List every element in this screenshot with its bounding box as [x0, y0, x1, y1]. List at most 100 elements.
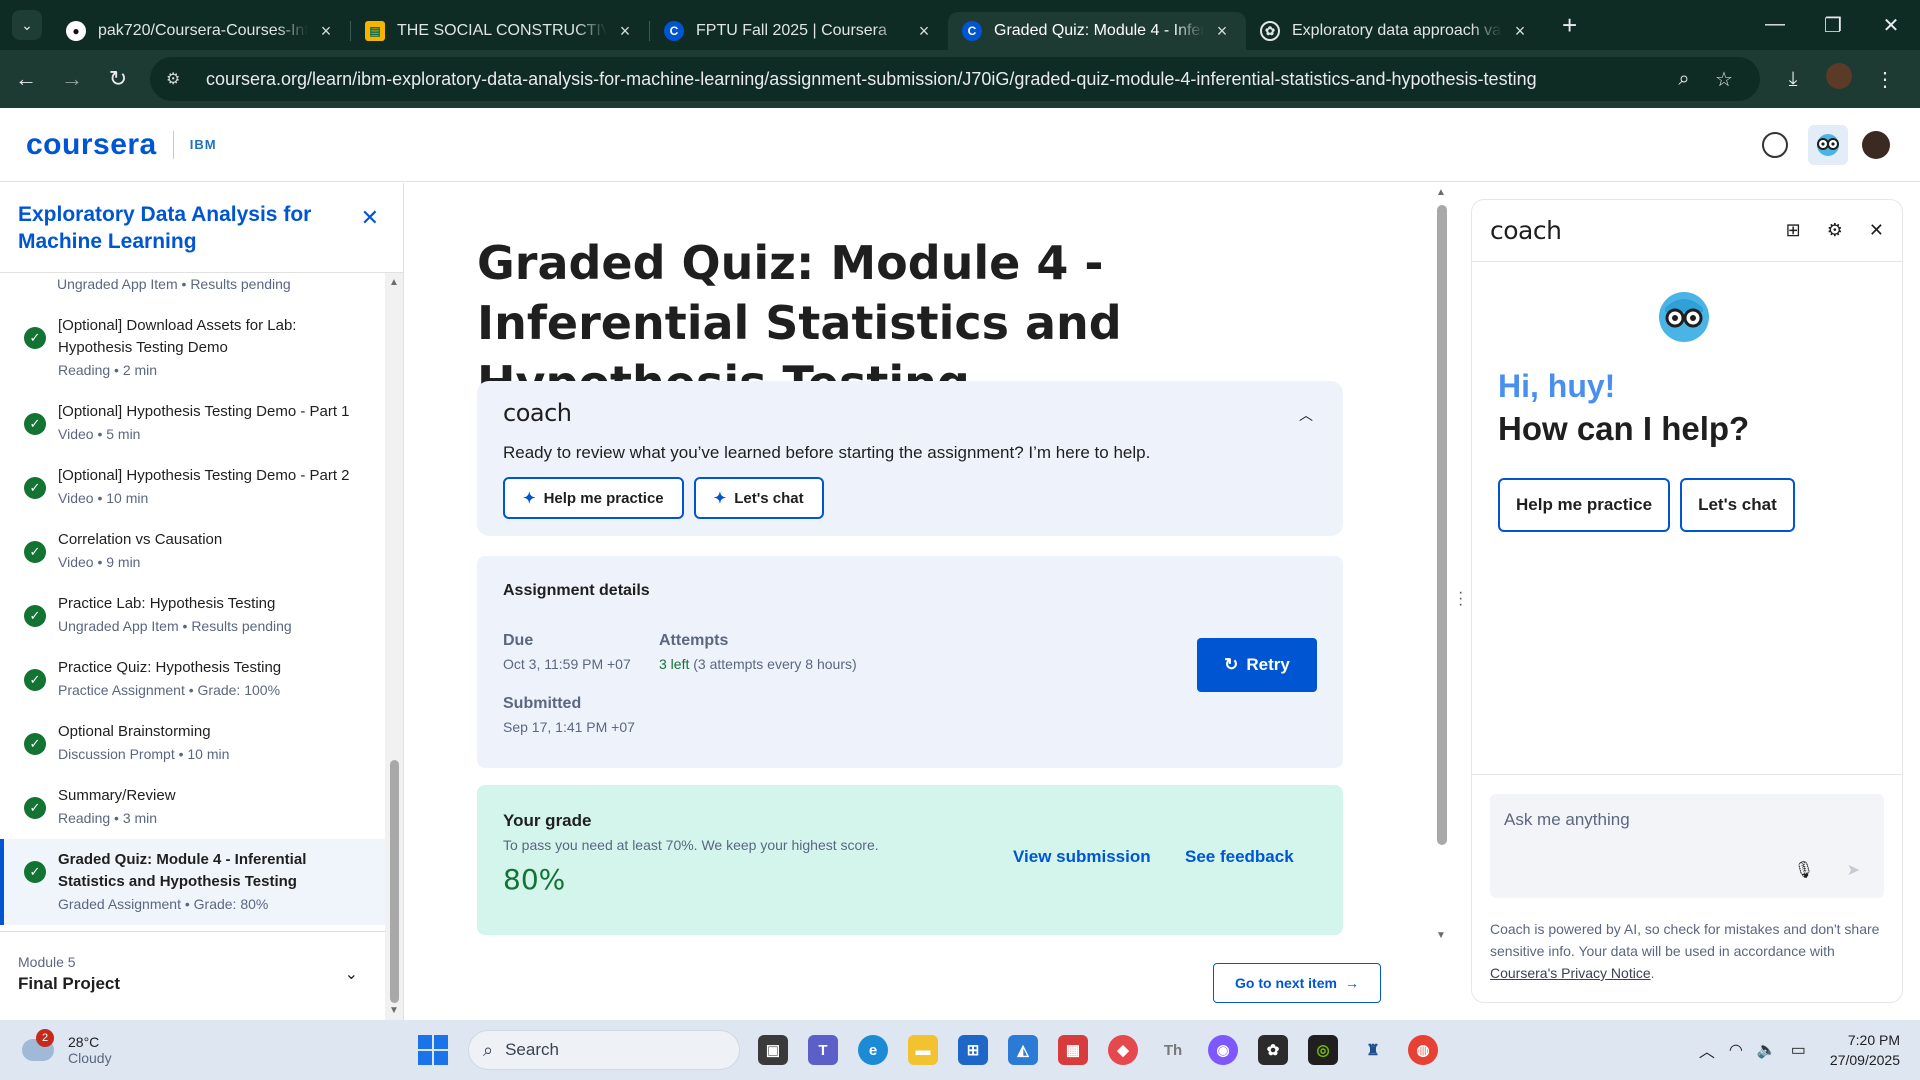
coach-chat-input[interactable]: Ask me anything 🎙 ➤	[1490, 794, 1884, 898]
sidebar-item[interactable]: ✓ Summary/Review Reading • 3 min	[0, 775, 386, 839]
task-view-icon[interactable]: ▣	[758, 1035, 788, 1065]
user-avatar[interactable]	[1862, 130, 1890, 159]
chevron-down-icon[interactable]: ⌄	[345, 964, 358, 984]
reload-icon[interactable]: ↻	[98, 66, 138, 92]
completed-check-icon: ✓	[24, 477, 46, 499]
browser-tab-graded-quiz[interactable]: C Graded Quiz: Module 4 - Inferen ×	[948, 12, 1246, 50]
gear-icon[interactable]: ⚙	[1827, 220, 1843, 241]
bookmark-star-icon[interactable]: ☆	[1704, 67, 1744, 92]
new-tab-button[interactable]: +	[1562, 10, 1577, 41]
close-icon[interactable]: ×	[1212, 21, 1232, 42]
sidebar-item[interactable]: ✓ Practice Quiz: Hypothesis Testing Prac…	[0, 647, 386, 711]
coursera-icon: C	[962, 21, 982, 41]
lets-chat-button[interactable]: ✦ Let's chat	[693, 477, 824, 519]
sidebar-item[interactable]: ✓ Correlation vs Causation Video • 9 min	[0, 519, 386, 583]
send-icon[interactable]: ➤	[1847, 860, 1860, 880]
see-feedback-link[interactable]: See feedback	[1185, 847, 1294, 867]
font-app-icon[interactable]: Th	[1158, 1035, 1188, 1065]
main-content: Graded Quiz: Module 4 - Inferential Stat…	[405, 183, 1441, 1020]
privacy-notice-link[interactable]: Coursera's Privacy Notice	[1490, 965, 1651, 981]
close-icon[interactable]: ✕	[1869, 220, 1884, 241]
back-icon[interactable]: ←	[6, 66, 46, 92]
module-5-section[interactable]: Module 5 Final Project ⌄	[0, 931, 386, 1020]
sidebar-item[interactable]: ✓ Optional Brainstorming Discussion Prom…	[0, 711, 386, 775]
close-window-icon[interactable]: ✕	[1862, 13, 1920, 38]
zoom-icon[interactable]: ⌕	[1664, 68, 1704, 91]
lets-chat-button[interactable]: Let's chat	[1680, 478, 1795, 532]
volume-icon[interactable]: 🔈	[1757, 1040, 1777, 1060]
close-icon[interactable]: ×	[914, 21, 934, 42]
close-icon[interactable]: ×	[1510, 21, 1530, 42]
main-scroll-thumb[interactable]	[1437, 205, 1447, 845]
scroll-down-icon[interactable]: ▼	[1436, 930, 1446, 941]
view-submission-link[interactable]: View submission	[1013, 847, 1151, 867]
site-info-icon[interactable]: ⚙	[166, 69, 192, 89]
minimize-icon[interactable]: —	[1746, 13, 1804, 38]
sidebar-item-current[interactable]: ✓ Graded Quiz: Module 4 - Inferential St…	[0, 839, 386, 925]
browser-tab-slides[interactable]: ▤ THE SOCIAL CONSTRUCTIVE LE ×	[351, 12, 649, 50]
panel-resize-handle[interactable]: · · ·	[1458, 585, 1463, 613]
sidebar-item[interactable]: ✓ [Optional] Hypothesis Testing Demo - P…	[0, 455, 386, 519]
forward-icon[interactable]: →	[52, 66, 92, 92]
sidebar-item[interactable]: ✓ [Optional] Download Assets for Lab: Hy…	[0, 305, 386, 391]
nvidia-icon[interactable]: ◎	[1308, 1035, 1338, 1065]
battery-icon[interactable]: ▭	[1791, 1040, 1806, 1060]
microsoft-store-icon[interactable]: ⊞	[958, 1035, 988, 1065]
coursera-logo[interactable]: coursera	[26, 128, 157, 162]
url-text[interactable]: coursera.org/learn/ibm-exploratory-data-…	[206, 69, 1664, 90]
chrome-icon[interactable]: ◍	[1408, 1035, 1438, 1065]
copilot-icon[interactable]: ◉	[1208, 1035, 1238, 1065]
go-to-next-item-button[interactable]: Go to next item →	[1213, 963, 1381, 1003]
git-client-icon[interactable]: ◆	[1108, 1035, 1138, 1065]
file-explorer-icon[interactable]: ▬	[908, 1035, 938, 1065]
teams-icon[interactable]: T	[808, 1035, 838, 1065]
help-me-practice-button[interactable]: ✦ Help me practice	[503, 477, 684, 519]
weather-widget[interactable]: 2 28°C Cloudy	[22, 1029, 322, 1066]
clock[interactable]: 7:20 PM 27/09/2025	[1830, 1030, 1900, 1070]
browser-tab-coursera-fptu[interactable]: C FPTU Fall 2025 | Coursera ×	[650, 12, 948, 50]
button-label: Help me practice	[1516, 495, 1653, 514]
retry-button[interactable]: ↻ Retry	[1197, 638, 1317, 692]
browser-tab-github[interactable]: ● pak720/Coursera-Courses-Intro ×	[52, 12, 350, 50]
main-scrollbar[interactable]: ▲ ▼	[1434, 183, 1450, 943]
new-chat-icon[interactable]: ⊞	[1786, 220, 1801, 241]
button-label: Help me practice	[543, 489, 664, 507]
scroll-up-icon[interactable]: ▲	[389, 277, 399, 288]
language-globe-icon[interactable]	[1762, 131, 1788, 158]
submitted-label: Submitted	[503, 695, 582, 712]
close-icon[interactable]: ×	[615, 21, 635, 42]
help-me-practice-button[interactable]: Help me practice	[1498, 478, 1671, 532]
chevron-up-icon[interactable]: ︿	[1699, 1038, 1715, 1062]
sidebar-scroll-thumb[interactable]	[390, 760, 399, 1003]
sidebar-scrollbar[interactable]: ▲ ▼	[385, 273, 403, 1020]
photos-icon[interactable]: ◭	[1008, 1035, 1038, 1065]
weather-temp: 28°C	[68, 1034, 100, 1050]
chevron-up-icon[interactable]: ︿	[1299, 405, 1313, 425]
address-bar[interactable]: ⚙ coursera.org/learn/ibm-exploratory-dat…	[150, 57, 1760, 101]
scroll-up-icon[interactable]: ▲	[1436, 187, 1446, 198]
menu-kebab-icon[interactable]: ⋮	[1862, 67, 1908, 92]
microphone-icon[interactable]: 🎙	[1794, 860, 1814, 880]
tab-search-button[interactable]: ⌄	[12, 10, 42, 40]
close-icon[interactable]: ×	[316, 21, 336, 42]
edge-icon[interactable]: e	[858, 1035, 888, 1065]
download-icon[interactable]: ⤓	[1770, 68, 1816, 91]
restore-icon[interactable]: ❐	[1804, 13, 1862, 38]
course-title[interactable]: Exploratory Data Analysis for Machine Le…	[18, 201, 361, 255]
network-app-icon[interactable]: ♜	[1358, 1035, 1388, 1065]
chatgpt-app-icon[interactable]: ✿	[1258, 1035, 1288, 1065]
search-icon: ⌕	[483, 1039, 494, 1060]
close-sidebar-icon[interactable]: ✕	[361, 205, 379, 231]
browser-tab-chatgpt[interactable]: ✿ Exploratory data approach valid ×	[1246, 12, 1544, 50]
taskbar-search[interactable]: ⌕ Search	[468, 1030, 740, 1070]
calendar-app-icon[interactable]: ▦	[1058, 1035, 1088, 1065]
coach-toggle-button[interactable]	[1808, 124, 1848, 165]
wifi-icon[interactable]: ◠	[1729, 1040, 1743, 1060]
profile-avatar[interactable]	[1816, 63, 1862, 95]
scroll-down-icon[interactable]: ▼	[389, 1005, 399, 1016]
sidebar-item[interactable]: ✓ [Optional] Hypothesis Testing Demo - P…	[0, 391, 386, 455]
attempts-note: (3 attempts every 8 hours)	[689, 656, 857, 672]
sidebar-item[interactable]: ✓ Practice Lab: Hypothesis Testing Ungra…	[0, 583, 386, 647]
windows-start-icon[interactable]	[418, 1035, 448, 1065]
chat-input-placeholder[interactable]: Ask me anything	[1504, 810, 1870, 830]
